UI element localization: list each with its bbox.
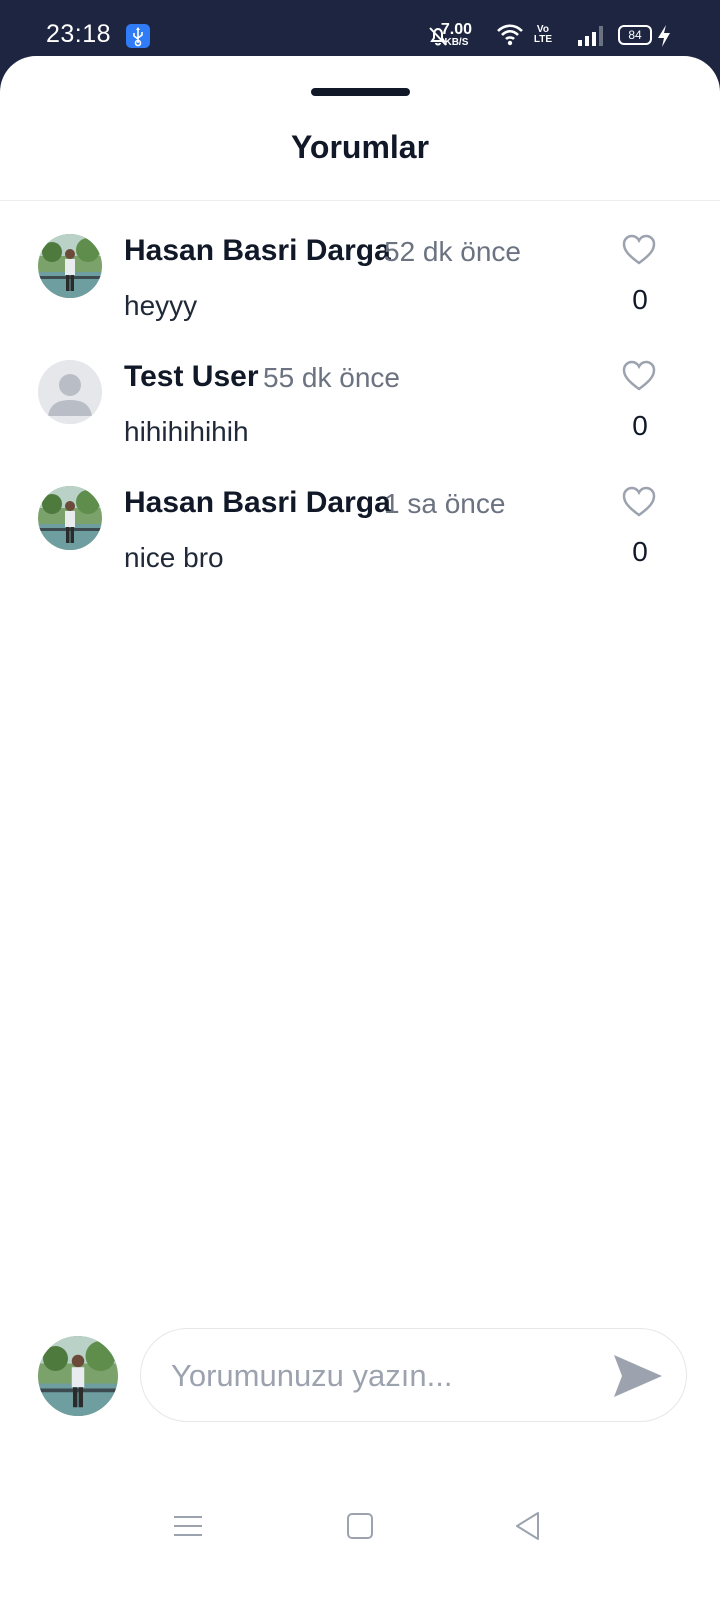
heart-icon[interactable] xyxy=(622,234,658,268)
comment-item: Test User 55 dk önce hihihihihih 0 xyxy=(0,360,720,470)
comment-time: 52 dk önce xyxy=(384,236,521,267)
default-user-icon xyxy=(38,360,102,424)
comment-author[interactable]: Hasan Basri Darga xyxy=(124,234,391,268)
comment-time: 1 sa önce xyxy=(384,488,506,519)
wifi-icon xyxy=(496,22,524,53)
charging-icon xyxy=(656,24,672,53)
like-count: 0 xyxy=(632,536,648,567)
menu-icon[interactable] xyxy=(168,1506,208,1546)
user-photo-icon xyxy=(38,234,102,298)
comment-input-container[interactable] xyxy=(140,1328,687,1422)
home-icon[interactable] xyxy=(340,1506,380,1546)
battery-indicator: 84 xyxy=(618,25,652,45)
comment-text: hihihihihih xyxy=(124,416,249,447)
composer-avatar xyxy=(38,1336,118,1416)
comment-item: Hasan Basri Darga 52 dk önce heyyy 0 xyxy=(0,234,720,344)
avatar[interactable] xyxy=(38,486,102,550)
comment-item: Hasan Basri Darga 1 sa önce nice bro 0 xyxy=(0,486,720,596)
like-count: 0 xyxy=(632,410,648,441)
user-photo-icon xyxy=(38,486,102,550)
status-time: 23:18 xyxy=(46,20,112,48)
comment-author[interactable]: Hasan Basri Darga xyxy=(124,486,391,520)
net-speed-unit: KB/S xyxy=(444,37,469,48)
sheet-title: Yorumlar xyxy=(290,129,430,165)
comment-author[interactable]: Test User xyxy=(124,360,259,394)
drag-handle[interactable] xyxy=(311,88,410,96)
avatar[interactable] xyxy=(38,234,102,298)
volte-bottom: LTE xyxy=(533,34,552,45)
comment-text: nice bro xyxy=(124,542,224,573)
comment-text: heyyy xyxy=(124,290,198,321)
divider xyxy=(0,200,720,201)
heart-icon[interactable] xyxy=(622,486,658,520)
user-photo-icon xyxy=(38,1336,118,1416)
system-nav-bar xyxy=(0,1496,720,1556)
signal-icon xyxy=(576,24,606,53)
heart-icon[interactable] xyxy=(622,360,658,394)
avatar[interactable] xyxy=(38,360,102,424)
back-icon[interactable] xyxy=(508,1506,548,1546)
send-icon[interactable] xyxy=(612,1351,664,1401)
comment-time: 55 dk önce xyxy=(263,362,400,393)
net-speed-value: 7.00 xyxy=(440,21,472,38)
net-speed: 7.00 KB/S xyxy=(441,22,472,48)
comment-input[interactable] xyxy=(171,1351,591,1401)
volte-indicator: Vo LTE xyxy=(534,25,552,45)
like-count: 0 xyxy=(632,284,648,315)
usb-icon xyxy=(126,24,150,48)
